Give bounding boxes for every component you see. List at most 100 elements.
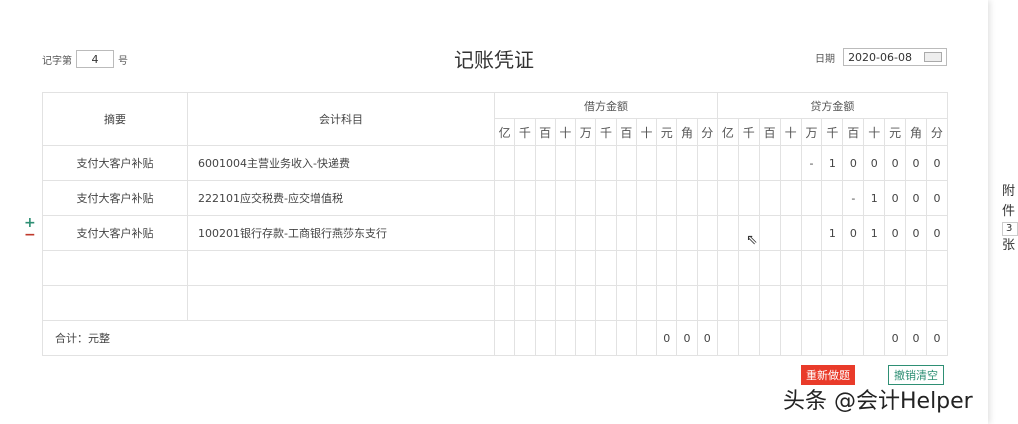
debit-digit-cell[interactable] [595,145,617,181]
credit-digit-cell[interactable] [925,250,948,286]
debit-digit-cell[interactable] [615,215,637,251]
debit-digit-cell[interactable] [696,250,718,286]
credit-digit-cell[interactable] [737,145,760,181]
credit-digit-cell[interactable] [779,215,802,251]
debit-digit-cell[interactable] [493,145,516,181]
debit-digit-cell[interactable] [575,285,597,321]
debit-digit-cell[interactable] [514,145,536,181]
credit-digit-cell[interactable]: 0 [925,145,948,181]
redo-button[interactable]: 重新做题 [801,365,855,385]
summary-cell[interactable] [42,285,188,321]
debit-digit-cell[interactable] [656,145,678,181]
debit-digit-cell[interactable] [696,285,718,321]
undo-clear-button[interactable]: 撤销清空 [888,365,944,385]
debit-digit-cell[interactable] [615,250,637,286]
credit-digit-cell[interactable]: 1 [863,215,886,251]
credit-digit-cell[interactable] [716,145,739,181]
debit-digit-cell[interactable] [676,145,698,181]
debit-digit-cell[interactable] [534,145,556,181]
credit-digit-cell[interactable] [716,250,739,286]
credit-digit-cell[interactable] [758,285,781,321]
debit-digit-cell[interactable] [514,215,536,251]
debit-digit-cell[interactable] [595,180,617,216]
attachment-count-input[interactable]: 3 [1002,222,1018,236]
credit-digit-cell[interactable] [779,145,802,181]
credit-digit-cell[interactable] [821,285,844,321]
summary-cell[interactable]: 支付大客户补贴 [42,215,188,251]
calendar-icon[interactable] [924,52,942,62]
account-cell[interactable]: 6001004主营业务收入-快递费 [187,145,495,181]
credit-digit-cell[interactable]: 1 [821,145,844,181]
credit-digit-cell[interactable] [905,250,927,286]
debit-digit-cell[interactable] [575,215,597,251]
credit-digit-cell[interactable] [821,180,844,216]
debit-digit-cell[interactable] [676,250,698,286]
credit-digit-cell[interactable] [842,285,865,321]
credit-digit-cell[interactable] [737,180,760,216]
account-cell[interactable] [187,250,495,286]
debit-digit-cell[interactable] [534,250,556,286]
debit-digit-cell[interactable] [635,180,658,216]
debit-digit-cell[interactable] [554,145,577,181]
credit-digit-cell[interactable] [884,285,907,321]
credit-digit-cell[interactable] [758,250,781,286]
debit-digit-cell[interactable] [676,180,698,216]
credit-digit-cell[interactable] [863,285,886,321]
credit-digit-cell[interactable]: 0 [905,180,927,216]
summary-cell[interactable]: 支付大客户补贴 [42,145,188,181]
credit-digit-cell[interactable]: - [800,145,823,181]
credit-digit-cell[interactable] [905,285,927,321]
debit-digit-cell[interactable] [595,250,617,286]
debit-digit-cell[interactable] [514,250,536,286]
debit-digit-cell[interactable] [656,250,678,286]
debit-digit-cell[interactable] [635,215,658,251]
debit-digit-cell[interactable] [575,180,597,216]
credit-digit-cell[interactable] [925,285,948,321]
debit-digit-cell[interactable] [493,180,516,216]
credit-digit-cell[interactable]: 0 [842,215,865,251]
credit-digit-cell[interactable]: 1 [863,180,886,216]
credit-digit-cell[interactable] [758,215,781,251]
debit-digit-cell[interactable] [514,180,536,216]
debit-digit-cell[interactable] [554,180,577,216]
debit-digit-cell[interactable] [635,285,658,321]
account-cell[interactable]: 222101应交税费-应交增值税 [187,180,495,216]
credit-digit-cell[interactable]: 0 [863,145,886,181]
credit-digit-cell[interactable]: 0 [884,215,907,251]
debit-digit-cell[interactable] [534,180,556,216]
debit-digit-cell[interactable] [676,285,698,321]
debit-digit-cell[interactable] [615,180,637,216]
credit-digit-cell[interactable]: 0 [925,215,948,251]
account-cell[interactable]: 100201银行存款-工商银行燕莎东支行 [187,215,495,251]
credit-digit-cell[interactable]: 1 [821,215,844,251]
debit-digit-cell[interactable] [595,285,617,321]
credit-digit-cell[interactable]: 0 [905,215,927,251]
summary-cell[interactable] [42,250,188,286]
debit-digit-cell[interactable] [676,215,698,251]
credit-digit-cell[interactable] [779,250,802,286]
debit-digit-cell[interactable] [696,145,718,181]
debit-digit-cell[interactable] [656,180,678,216]
debit-digit-cell[interactable] [534,215,556,251]
date-input[interactable]: 2020-06-08 [843,48,947,66]
debit-digit-cell[interactable] [696,215,718,251]
credit-digit-cell[interactable]: 0 [884,180,907,216]
credit-digit-cell[interactable]: 0 [905,145,927,181]
debit-digit-cell[interactable] [696,180,718,216]
credit-digit-cell[interactable] [758,145,781,181]
credit-digit-cell[interactable] [779,180,802,216]
credit-digit-cell[interactable] [779,285,802,321]
debit-digit-cell[interactable] [493,215,516,251]
credit-digit-cell[interactable] [737,250,760,286]
debit-digit-cell[interactable] [554,285,577,321]
credit-digit-cell[interactable]: 0 [925,180,948,216]
credit-digit-cell[interactable]: - [842,180,865,216]
credit-digit-cell[interactable] [737,285,760,321]
debit-digit-cell[interactable] [656,285,678,321]
credit-digit-cell[interactable] [800,180,823,216]
credit-digit-cell[interactable]: 0 [842,145,865,181]
debit-digit-cell[interactable] [534,285,556,321]
debit-digit-cell[interactable] [635,145,658,181]
credit-digit-cell[interactable] [800,215,823,251]
credit-digit-cell[interactable] [800,285,823,321]
